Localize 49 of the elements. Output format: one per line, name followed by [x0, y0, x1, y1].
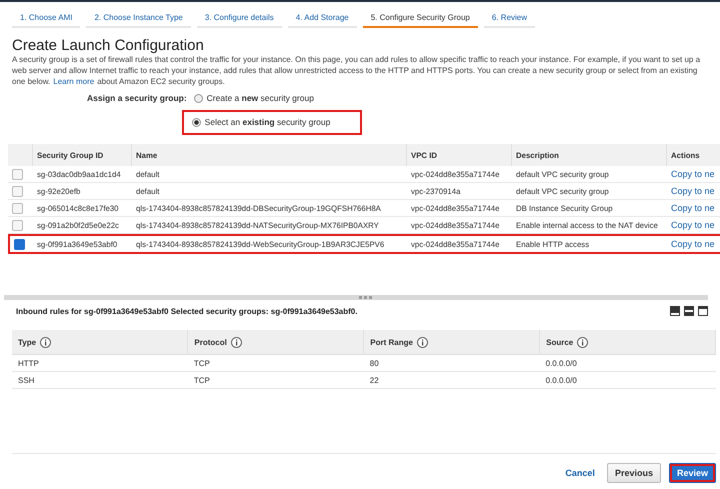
- table-cell: 0.0.0.0/0: [540, 372, 716, 388]
- learn-more-link[interactable]: Learn more: [53, 77, 94, 86]
- table-cell: HTTP: [12, 354, 188, 372]
- table-cell: 0.0.0.0/0: [540, 354, 716, 372]
- radio-option[interactable]: Select an existing security group: [192, 116, 352, 128]
- info-icon[interactable]: [230, 336, 242, 348]
- info-icon[interactable]: [40, 336, 52, 348]
- wizard-tab[interactable]: 5. Configure Security Group: [362, 12, 478, 28]
- cancel-link[interactable]: Cancel: [565, 468, 595, 478]
- review-button[interactable]: Review: [668, 463, 716, 483]
- radio-button[interactable]: [192, 118, 201, 126]
- copy-link[interactable]: Copy to ne: [671, 169, 715, 179]
- assign-label: Assign a security group:: [87, 92, 187, 104]
- wizard-tab[interactable]: 1. Choose AMI: [12, 12, 80, 28]
- table-cell: TCP: [188, 372, 364, 388]
- page-title: Create Launch Configuration: [12, 37, 205, 54]
- radio-option[interactable]: Create a new security group: [194, 92, 354, 104]
- wizard-tab[interactable]: 6. Review: [484, 12, 536, 28]
- row-checkbox[interactable]: [12, 186, 23, 196]
- info-icon[interactable]: [577, 336, 588, 348]
- previous-button[interactable]: Previous: [606, 463, 661, 483]
- copy-link[interactable]: Copy to ne: [671, 186, 715, 196]
- table-cell: SSH: [12, 372, 188, 388]
- table-cell: 80: [364, 354, 540, 372]
- column-header: Type: [18, 338, 36, 346]
- wizard-tab[interactable]: 3. Configure details: [196, 12, 282, 28]
- column-header: Port Range: [370, 338, 413, 346]
- copy-link[interactable]: Copy to ne: [671, 220, 715, 230]
- row-checkbox[interactable]: [14, 238, 25, 250]
- table-cell: TCP: [188, 354, 364, 372]
- inbound-heading: Inbound rules for sg-0f991a3649e53abf0 Selected security groups: sg-0f991a3649e53abf0.: [16, 306, 358, 316]
- intro-text: one below.: [12, 77, 50, 86]
- wizard-tab[interactable]: 2. Choose Instance Type: [86, 12, 191, 28]
- intro-text: web server and allow Internet traffic to reach your instance, add rules that allow unrestricted access to the HTTP and HTTPS ports. You can create a new security group or select from an existing: [12, 65, 698, 76]
- column-header: Source: [546, 338, 574, 346]
- intro-text: A security group is a set of firewall rules that control the traffic for your instance. On this page, you can add rules to allow specific traffic to reach your instance. For example, if you want to set up a: [12, 54, 702, 65]
- row-checkbox[interactable]: [12, 202, 23, 214]
- copy-link[interactable]: Copy to ne: [671, 203, 715, 213]
- row-checkbox[interactable]: [12, 220, 23, 230]
- intro-text: about Amazon EC2 security groups.: [97, 77, 225, 86]
- radio-button[interactable]: [194, 94, 203, 102]
- table-cell: 22: [364, 372, 540, 388]
- copy-link[interactable]: Copy to ne: [671, 239, 715, 249]
- column-header: Protocol: [194, 338, 227, 346]
- wizard-tab[interactable]: 4. Add Storage: [288, 12, 357, 28]
- splitter-handle[interactable]: [359, 296, 373, 299]
- layout-icon[interactable]: [670, 306, 708, 316]
- row-checkbox[interactable]: [12, 168, 23, 180]
- info-icon[interactable]: [416, 336, 428, 348]
